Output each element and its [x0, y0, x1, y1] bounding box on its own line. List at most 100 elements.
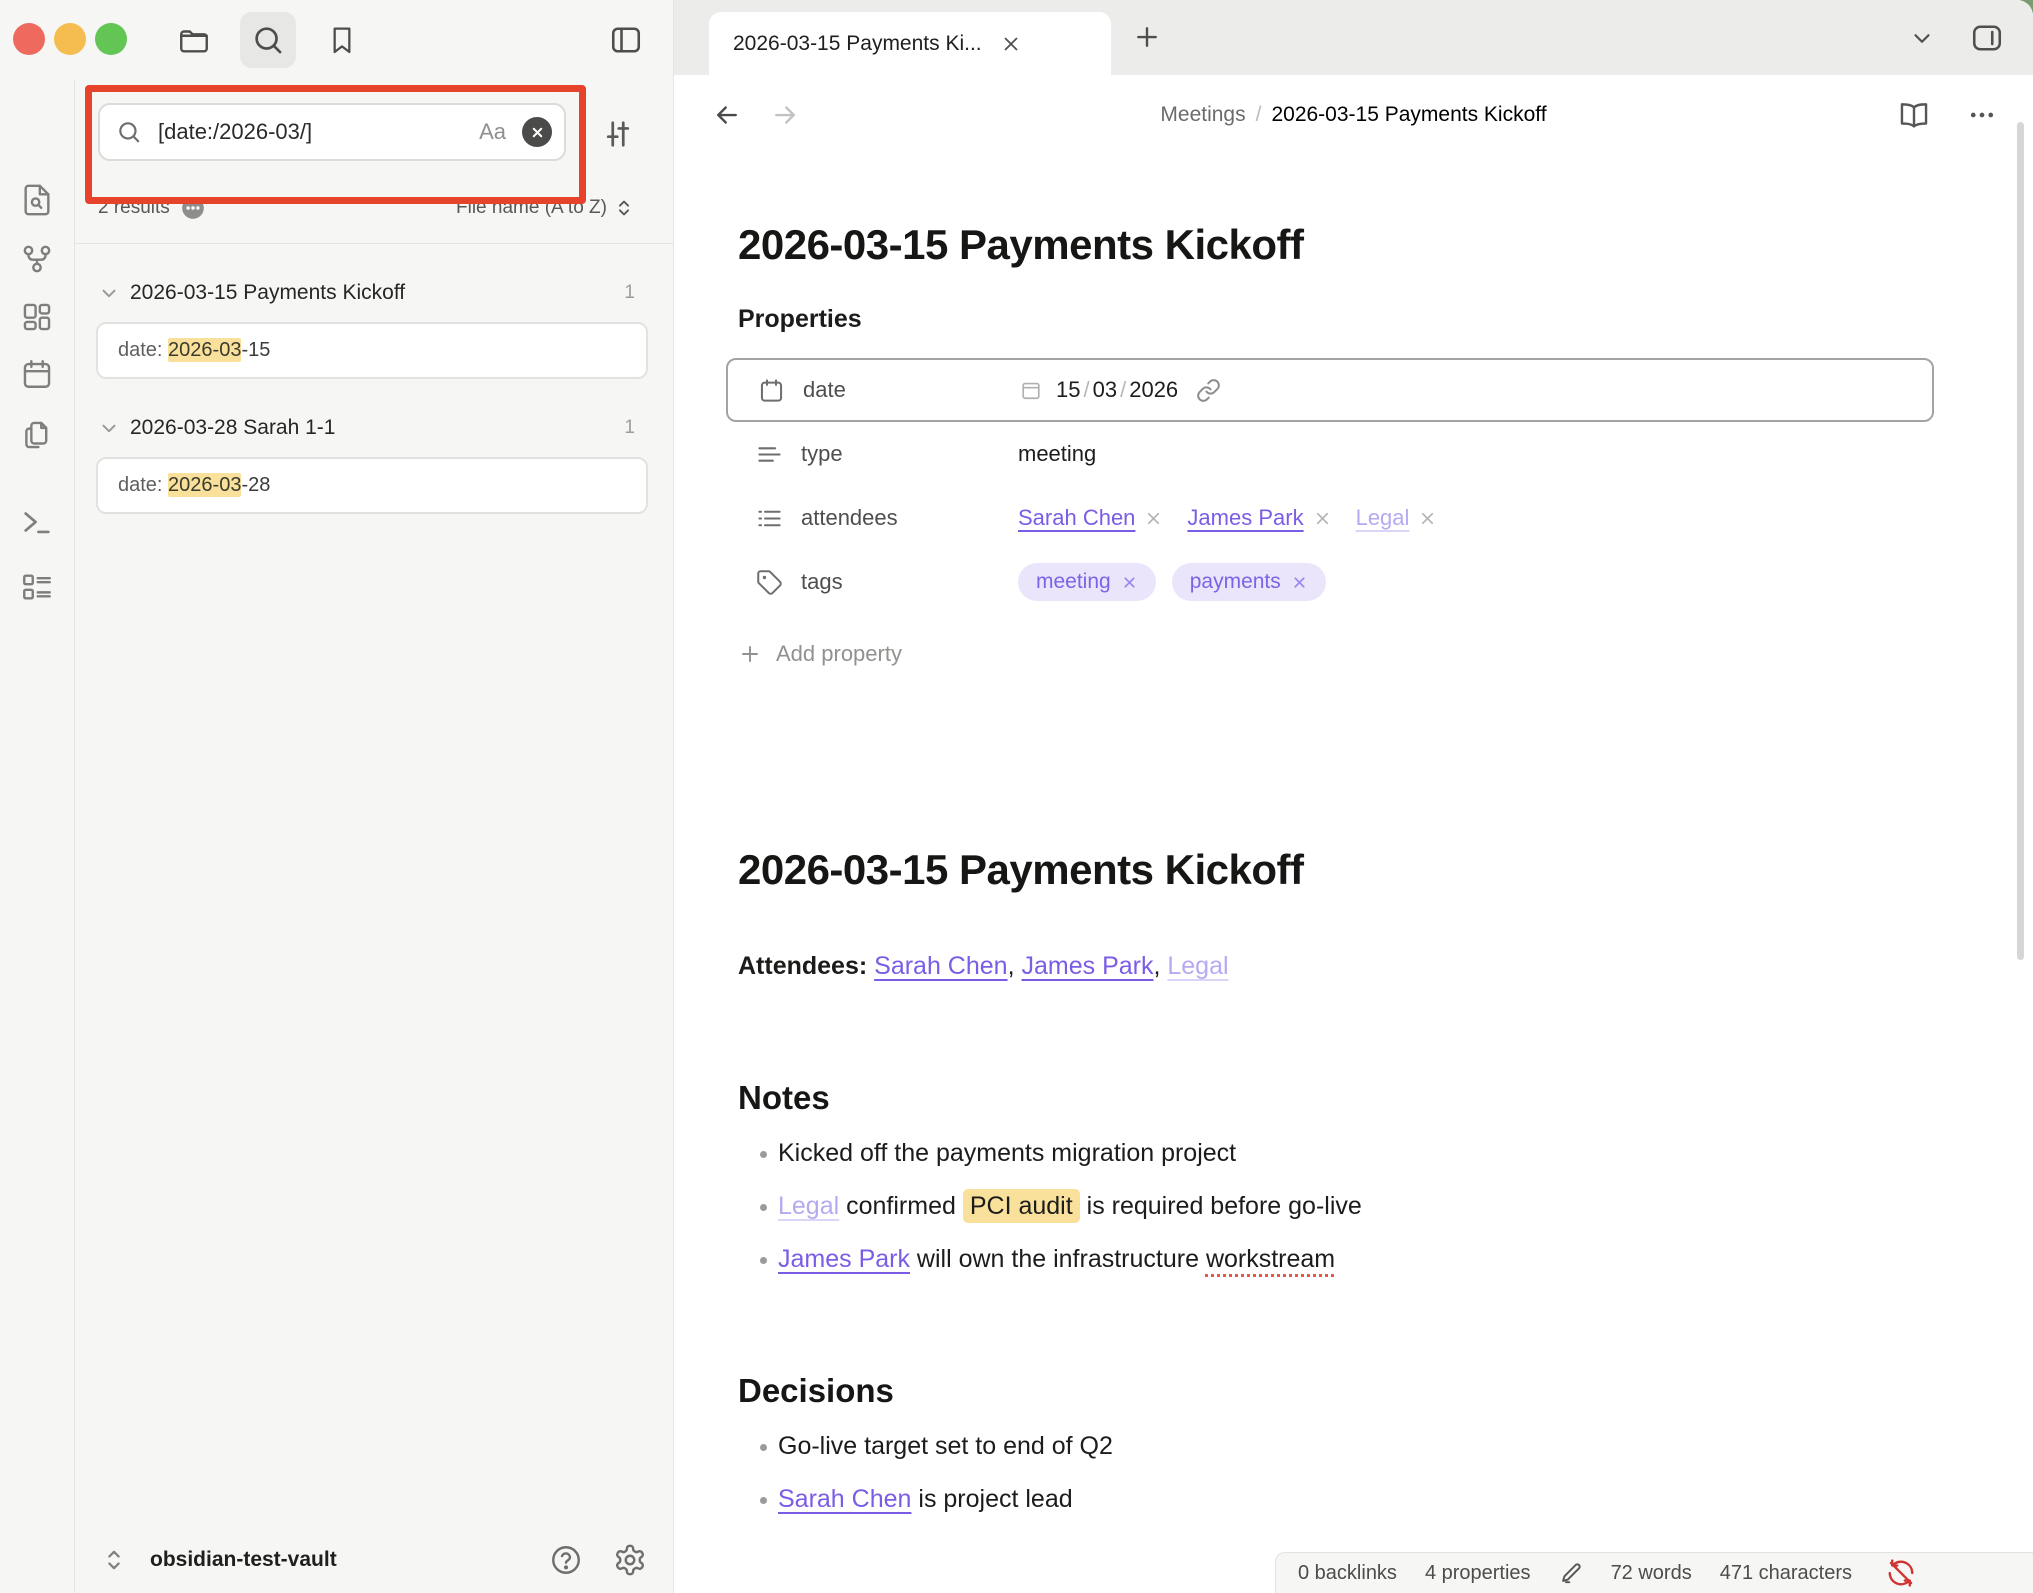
tag-pill[interactable]: meeting	[1018, 563, 1156, 601]
attendee-link[interactable]: Sarah Chen	[1018, 505, 1135, 531]
wikilink[interactable]: Sarah Chen	[874, 952, 1007, 980]
clear-search-icon[interactable]	[522, 117, 552, 147]
note-header: Meetings / 2026-03-15 Payments Kickoff	[674, 75, 2033, 155]
panel-left-toggle-icon[interactable]	[598, 12, 654, 68]
backlinks-count[interactable]: 0 backlinks	[1298, 1562, 1397, 1585]
text: ,	[1153, 952, 1167, 980]
add-property-button[interactable]: Add property	[738, 634, 1933, 674]
attendees-paragraph: Attendees: Sarah Chen, James Park, Legal	[738, 952, 1933, 981]
list-item: Go-live target set to end of Q2	[738, 1420, 1933, 1473]
inline-title[interactable]: 2026-03-15 Payments Kickoff	[738, 221, 1933, 269]
tag-icon	[756, 569, 783, 596]
text-icon	[756, 441, 783, 468]
date-month[interactable]: 03	[1093, 377, 1117, 403]
properties-count: 4 properties	[1425, 1562, 1531, 1585]
folder-icon[interactable]	[166, 12, 222, 68]
misspelled-word: workstream	[1206, 1245, 1335, 1273]
wikilink[interactable]: Sarah Chen	[778, 1485, 911, 1513]
sync-disabled-icon[interactable]	[1886, 1558, 1916, 1588]
sort-order-control[interactable]: File name (A to Z)	[456, 197, 635, 219]
property-row-attendees[interactable]: attendees Sarah Chen James Park	[726, 486, 1934, 550]
result-group-header[interactable]: 2026-03-15 Payments Kickoff 1	[98, 274, 651, 312]
search-input[interactable]	[156, 118, 479, 146]
result-file-title: 2026-03-28 Sarah 1-1	[130, 416, 335, 440]
plus-icon	[738, 642, 762, 666]
match-case-toggle[interactable]: Aa	[479, 119, 506, 145]
word-count: 72 words	[1611, 1562, 1692, 1585]
wikilink[interactable]: James Park	[1021, 952, 1153, 980]
properties-table: date 15/03/2026	[726, 358, 1934, 614]
sort-order-label: File name (A to Z)	[456, 197, 607, 219]
vault-name[interactable]: obsidian-test-vault	[150, 1548, 337, 1572]
property-value[interactable]: meeting	[1018, 441, 1096, 467]
tag-label: meeting	[1036, 570, 1111, 594]
layout-list-icon[interactable]	[20, 570, 54, 604]
remove-chip-icon[interactable]	[1313, 509, 1332, 528]
calendar-icon[interactable]	[20, 357, 54, 391]
terminal-icon[interactable]	[20, 505, 54, 539]
minimize-window-button[interactable]	[54, 23, 86, 55]
attendee-link-unresolved[interactable]: Legal	[1356, 505, 1410, 531]
search-match-item[interactable]: date: 2026-03-15	[96, 322, 648, 379]
list-item: Sarah Chen is project lead	[738, 1473, 1933, 1526]
layout-dashboard-icon[interactable]	[20, 300, 54, 334]
close-tab-icon[interactable]	[1000, 33, 1022, 55]
result-count-badge: 1	[624, 282, 651, 304]
date-year[interactable]: 2026	[1129, 377, 1178, 403]
search-settings-sliders-icon[interactable]	[600, 116, 636, 152]
bookmark-icon[interactable]	[314, 12, 370, 68]
edit-pencil-icon[interactable]	[1559, 1560, 1585, 1586]
match-highlight: 2026-03	[168, 473, 241, 497]
settings-gear-icon[interactable]	[613, 1543, 647, 1577]
search-icon[interactable]	[240, 12, 296, 68]
result-group-header[interactable]: 2026-03-28 Sarah 1-1 1	[98, 409, 651, 447]
breadcrumb: Meetings / 2026-03-15 Payments Kickoff	[1160, 103, 1546, 127]
wikilink[interactable]: James Park	[778, 1245, 910, 1273]
text: is required before go-live	[1080, 1192, 1362, 1220]
properties-heading: Properties	[738, 305, 1933, 334]
match-suffix: -15	[241, 339, 270, 361]
tab-list-chevron-icon[interactable]	[1909, 25, 1935, 51]
chevron-down-icon	[98, 282, 120, 304]
results-info-ellipsis-icon[interactable]	[180, 195, 206, 221]
new-tab-plus-icon[interactable]	[1132, 22, 1162, 52]
reading-view-book-icon[interactable]	[1897, 98, 1931, 132]
remove-chip-icon[interactable]	[1144, 509, 1163, 528]
property-row-date[interactable]: date 15/03/2026	[726, 358, 1934, 422]
remove-tag-icon[interactable]	[1121, 574, 1138, 591]
graph-icon[interactable]	[20, 242, 54, 276]
help-icon[interactable]	[549, 1543, 583, 1577]
attendee-link[interactable]: James Park	[1187, 505, 1303, 531]
vault-switcher-icon[interactable]	[100, 1546, 128, 1574]
more-options-icon[interactable]	[1967, 100, 1997, 130]
breadcrumb-separator: /	[1256, 103, 1262, 127]
forward-arrow-icon[interactable]	[770, 100, 800, 130]
date-day[interactable]: 15	[1056, 377, 1080, 403]
property-label: tags	[801, 569, 843, 595]
breadcrumb-parent[interactable]: Meetings	[1160, 103, 1245, 127]
attendees-label: Attendees:	[738, 952, 874, 980]
tab-active[interactable]: 2026-03-15 Payments Ki...	[709, 12, 1111, 75]
remove-chip-icon[interactable]	[1418, 509, 1437, 528]
property-row-type[interactable]: type meeting	[726, 422, 1934, 486]
wikilink-unresolved[interactable]: Legal	[778, 1192, 839, 1220]
date-value[interactable]: 15/03/2026	[1020, 377, 1221, 403]
wikilink-unresolved[interactable]: Legal	[1167, 952, 1228, 980]
files-icon[interactable]	[20, 418, 54, 452]
results-count: 2 results	[98, 197, 170, 219]
panel-right-toggle-icon[interactable]	[1969, 20, 2005, 56]
file-search-icon[interactable]	[20, 183, 54, 217]
body-heading-1: 2026-03-15 Payments Kickoff	[738, 846, 1933, 894]
link-icon[interactable]	[1196, 378, 1221, 403]
search-box[interactable]: Aa	[98, 103, 566, 161]
zoom-window-button[interactable]	[95, 23, 127, 55]
close-window-button[interactable]	[13, 23, 45, 55]
calendar-small-icon	[1020, 379, 1042, 401]
remove-tag-icon[interactable]	[1291, 574, 1308, 591]
search-match-item[interactable]: date: 2026-03-28	[96, 457, 648, 514]
back-arrow-icon[interactable]	[712, 100, 742, 130]
tag-pill[interactable]: payments	[1172, 563, 1326, 601]
property-row-tags[interactable]: tags meeting payments	[726, 550, 1934, 614]
add-property-label: Add property	[776, 641, 902, 667]
property-label: date	[803, 377, 846, 403]
